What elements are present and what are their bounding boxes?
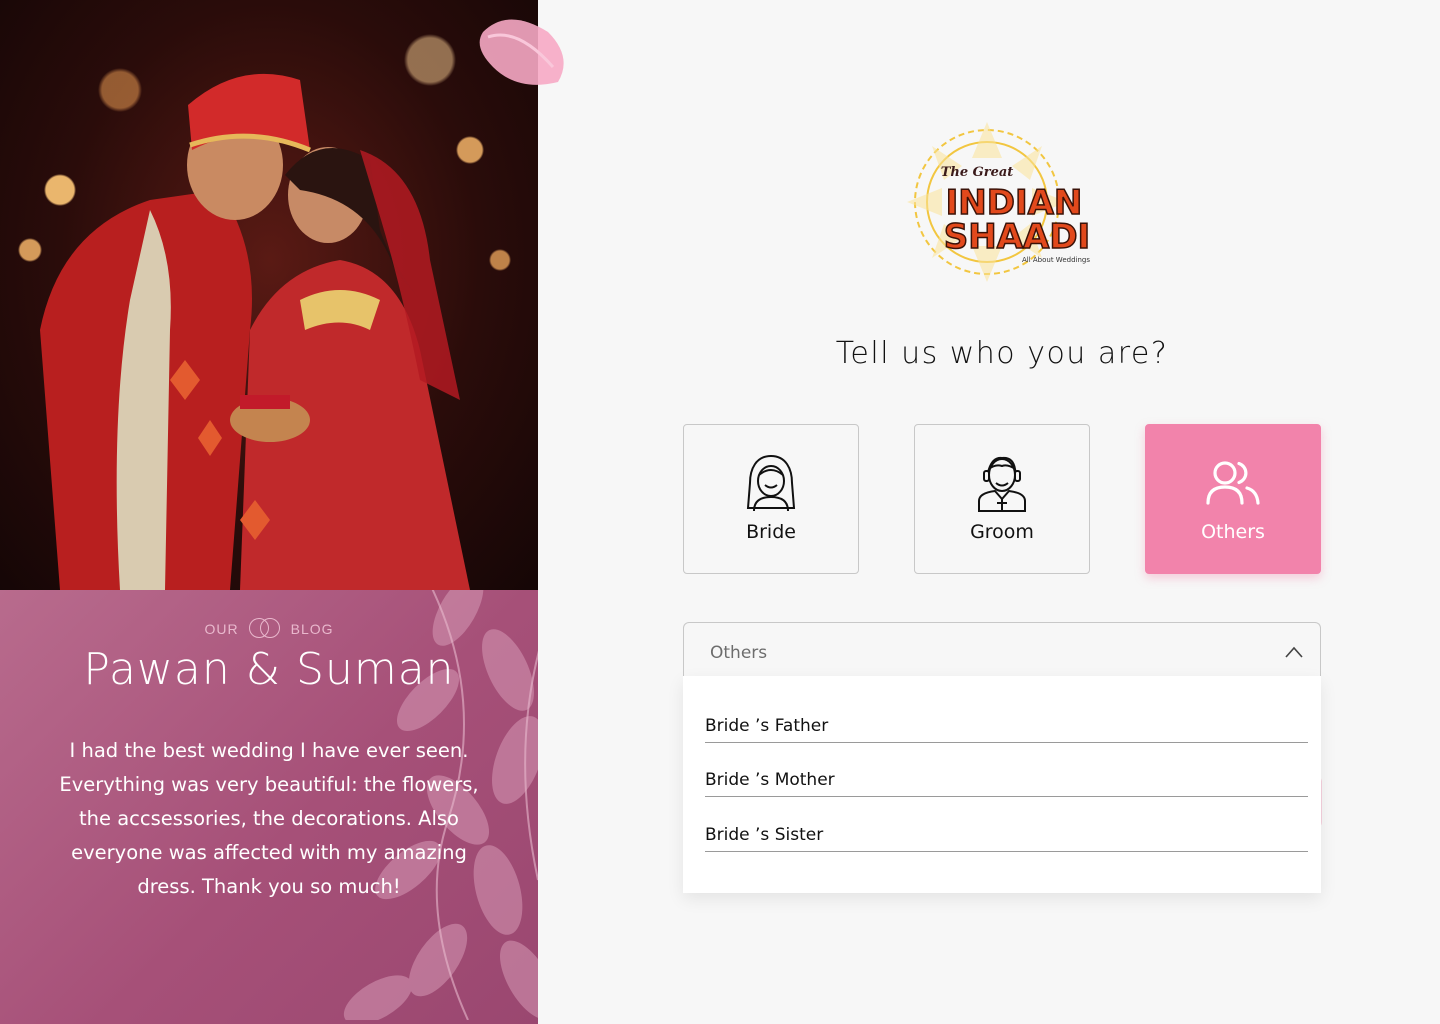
left-panel: OUR BLOG Pawan & Suman I had the best we… (0, 0, 538, 1024)
couple-name: Pawan & Suman (83, 644, 455, 695)
testimonial-quote: I had the best wedding I have ever seen.… (59, 739, 479, 898)
role-label-others: Others (1201, 521, 1265, 543)
role-card-bride[interactable]: Bride (683, 424, 859, 574)
blog-tag: OUR BLOG (0, 618, 538, 640)
logo-line1: The Great (941, 165, 1014, 180)
brand-logo: The Great INDIAN SHAADI All About Weddin… (892, 118, 1102, 286)
blog-tag-our: OUR (204, 621, 239, 637)
bride-icon (744, 453, 798, 513)
logo-tagline: All About Weddings (1022, 256, 1090, 264)
logo-line3: SHAADI (944, 217, 1090, 257)
role-label-groom: Groom (970, 521, 1034, 543)
users-icon (1205, 453, 1261, 513)
role-card-others[interactable]: Others (1145, 424, 1321, 574)
couple-photo (0, 0, 538, 590)
option-brides-sister[interactable]: Bride ’s Sister (705, 825, 1308, 852)
option-brides-father[interactable]: Bride ’s Father (705, 716, 1308, 743)
blog-card: OUR BLOG Pawan & Suman I had the best we… (0, 590, 538, 1024)
blog-tag-blog: BLOG (290, 621, 334, 637)
option-brides-mother[interactable]: Bride ’s Mother (705, 770, 1308, 797)
role-label-bride: Bride (746, 521, 796, 543)
groom-icon (975, 453, 1029, 513)
page-heading: Tell us who you are? (835, 336, 1169, 371)
chevron-up-icon[interactable] (1284, 645, 1304, 659)
rings-icon (248, 618, 281, 640)
relation-dropdown: Bride ’s Father Bride ’s Mother Bride ’s… (683, 676, 1321, 893)
relation-select[interactable]: Others (683, 622, 1321, 682)
role-card-groom[interactable]: Groom (914, 424, 1090, 574)
petal-decoration (479, 19, 564, 85)
select-value: Others (710, 643, 768, 663)
